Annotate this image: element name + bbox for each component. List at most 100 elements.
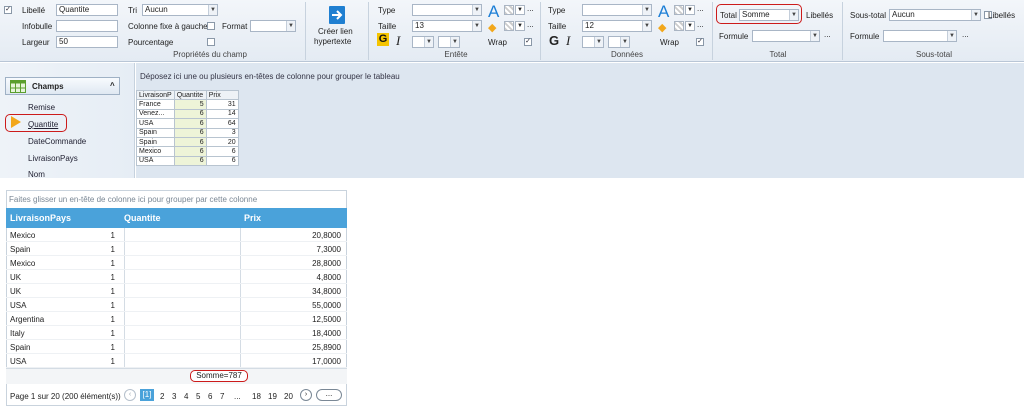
donnees-taille-label: Taille [548,22,567,31]
next-page-icon[interactable]: › [300,389,312,401]
page-button[interactable]: 6 [208,392,212,401]
table-row[interactable]: USA 1 55,0000 [6,298,347,313]
fill-color-icon[interactable]: ◆ [488,21,496,34]
preview-header-cell[interactable]: LivraisonP [136,89,175,101]
page-button[interactable]: 3 [172,392,176,401]
format-label: Format [222,22,248,31]
entete-wrap-checkbox[interactable]: ✓ [524,38,532,46]
preview-header-row: LivraisonP Quantite Prix [136,89,239,101]
more-ellipsis[interactable]: ... [824,30,831,39]
preview-row: Venez... 6 14 [136,108,239,120]
table-row[interactable]: Italy 1 18,4000 [6,326,347,341]
chevron-up-icon[interactable]: ^ [110,81,115,90]
infobulle-input[interactable] [56,20,118,32]
largeur-input[interactable]: 50 [56,36,118,48]
italic-button[interactable]: I [396,33,400,49]
table-row[interactable]: USA 1 17,0000 [6,354,347,369]
chevron-down-icon[interactable]: ▼ [515,5,525,15]
page-button[interactable]: 2 [160,392,164,401]
cell-livraisonpays: Spain [10,245,31,254]
more-ellipsis[interactable]: ... [697,20,704,29]
font-color-icon[interactable]: A [658,2,669,22]
preview-header-label: LivraisonP [139,91,172,99]
create-link-button[interactable]: Créer lien hypertexte [308,2,364,48]
table-row[interactable]: Spain 1 25,8900 [6,340,347,355]
champs-header[interactable]: Champs ^ [5,77,120,95]
table-row[interactable]: UK 1 34,8000 [6,284,347,299]
preview-header-cell[interactable]: Quantite [173,89,207,101]
donnees-wrap-label: Wrap [660,38,679,47]
table-row[interactable]: Mexico 1 28,8000 [6,256,347,271]
page-button[interactable]: 7 [220,392,224,401]
entete-taille-label: Taille [378,22,397,31]
pattern-icon[interactable] [504,21,514,31]
column-header-quantite[interactable]: Quantite [124,213,161,223]
donnees-wrap-checkbox[interactable]: ✓ [696,38,704,46]
chevron-down-icon[interactable]: ▼ [515,21,525,31]
entete-color-select[interactable]: ▼ [412,36,434,48]
bold-button[interactable]: G [377,33,389,46]
italic-button[interactable]: I [566,33,570,49]
preview-header-cell[interactable]: Prix [205,89,239,101]
preview-cell: Spain [136,127,175,138]
entete-align-select[interactable]: ▼ [438,36,460,48]
tri-label: Tri [128,6,138,15]
page-button[interactable]: 5 [196,392,200,401]
previous-page-icon[interactable]: ‹ [124,389,136,401]
field-item[interactable]: Nom [28,170,45,179]
table-row[interactable]: UK 1 4,8000 [6,270,347,285]
field-item[interactable]: LivraisonPays [28,154,78,163]
cell-livraisonpays: Argentina [10,315,45,324]
donnees-align-select[interactable]: ▼ [608,36,630,48]
soustotal-select[interactable]: Aucun ▼ [889,9,981,21]
group-by-hint[interactable]: Faites glisser un en-tête de colonne ici… [9,195,257,204]
preview-row: Spain 6 20 [136,136,239,148]
donnees-color-select[interactable]: ▼ [582,36,604,48]
page-button[interactable]: 18 [252,392,261,401]
fill-color-icon[interactable]: ◆ [658,21,666,34]
pourcentage-checkbox[interactable] [207,38,215,46]
table-row[interactable]: Spain 1 7,3000 [6,242,347,257]
column-header-livraisonpays[interactable]: LivraisonPays [10,213,71,223]
preview-row: Spain 6 3 [136,127,239,138]
page-button[interactable]: 19 [268,392,277,401]
preview-cell: 6 [205,155,239,167]
table-row[interactable]: Argentina 1 12,5000 [6,312,347,327]
entete-type-label: Type [378,6,396,15]
donnees-taille-select[interactable]: 12 ▼ [582,20,652,32]
column-header-prix[interactable]: Prix [244,213,261,223]
chevron-down-icon[interactable]: ▼ [685,5,695,15]
libelle-input[interactable]: Quantite [56,4,118,16]
preview-cell: 5 [173,99,207,110]
pattern-icon[interactable] [674,21,684,31]
format-select[interactable]: ▼ [250,20,296,32]
font-color-icon[interactable]: A [488,2,499,22]
field-item[interactable]: DateCommande [28,137,86,146]
page-button-current[interactable]: [1] [140,389,154,401]
select-all-checkbox[interactable]: ✓ [4,6,12,14]
more-pages-button[interactable]: ... [316,389,342,401]
pattern-icon[interactable] [504,5,514,15]
page-button[interactable]: 4 [184,392,188,401]
more-ellipsis[interactable]: ... [697,4,704,13]
chevron-down-icon: ▼ [971,10,980,20]
total-formule-select[interactable]: ▼ [752,30,820,42]
chevron-down-icon[interactable]: ▼ [685,21,695,31]
cell-prix: 12,5000 [312,315,341,324]
table-row[interactable]: Mexico 1 20,8000 [6,228,347,243]
pattern-icon[interactable] [674,5,684,15]
bold-button[interactable]: G [549,33,559,48]
more-ellipsis[interactable]: ... [527,4,534,13]
more-ellipsis[interactable]: ... [527,20,534,29]
more-ellipsis[interactable]: ... [962,30,969,39]
field-item[interactable]: Quantite [28,120,58,129]
donnees-type-select[interactable]: ▼ [582,4,652,16]
colonne-fixe-checkbox[interactable] [207,22,215,30]
tri-select[interactable]: Aucun ▼ [142,4,218,16]
field-item[interactable]: Remise [28,103,55,112]
total-select[interactable]: Somme ▼ [739,9,799,21]
page-button[interactable]: 20 [284,392,293,401]
soustotal-formule-select[interactable]: ▼ [883,30,957,42]
entete-taille-select[interactable]: 13 ▼ [412,20,482,32]
entete-type-select[interactable]: ▼ [412,4,482,16]
